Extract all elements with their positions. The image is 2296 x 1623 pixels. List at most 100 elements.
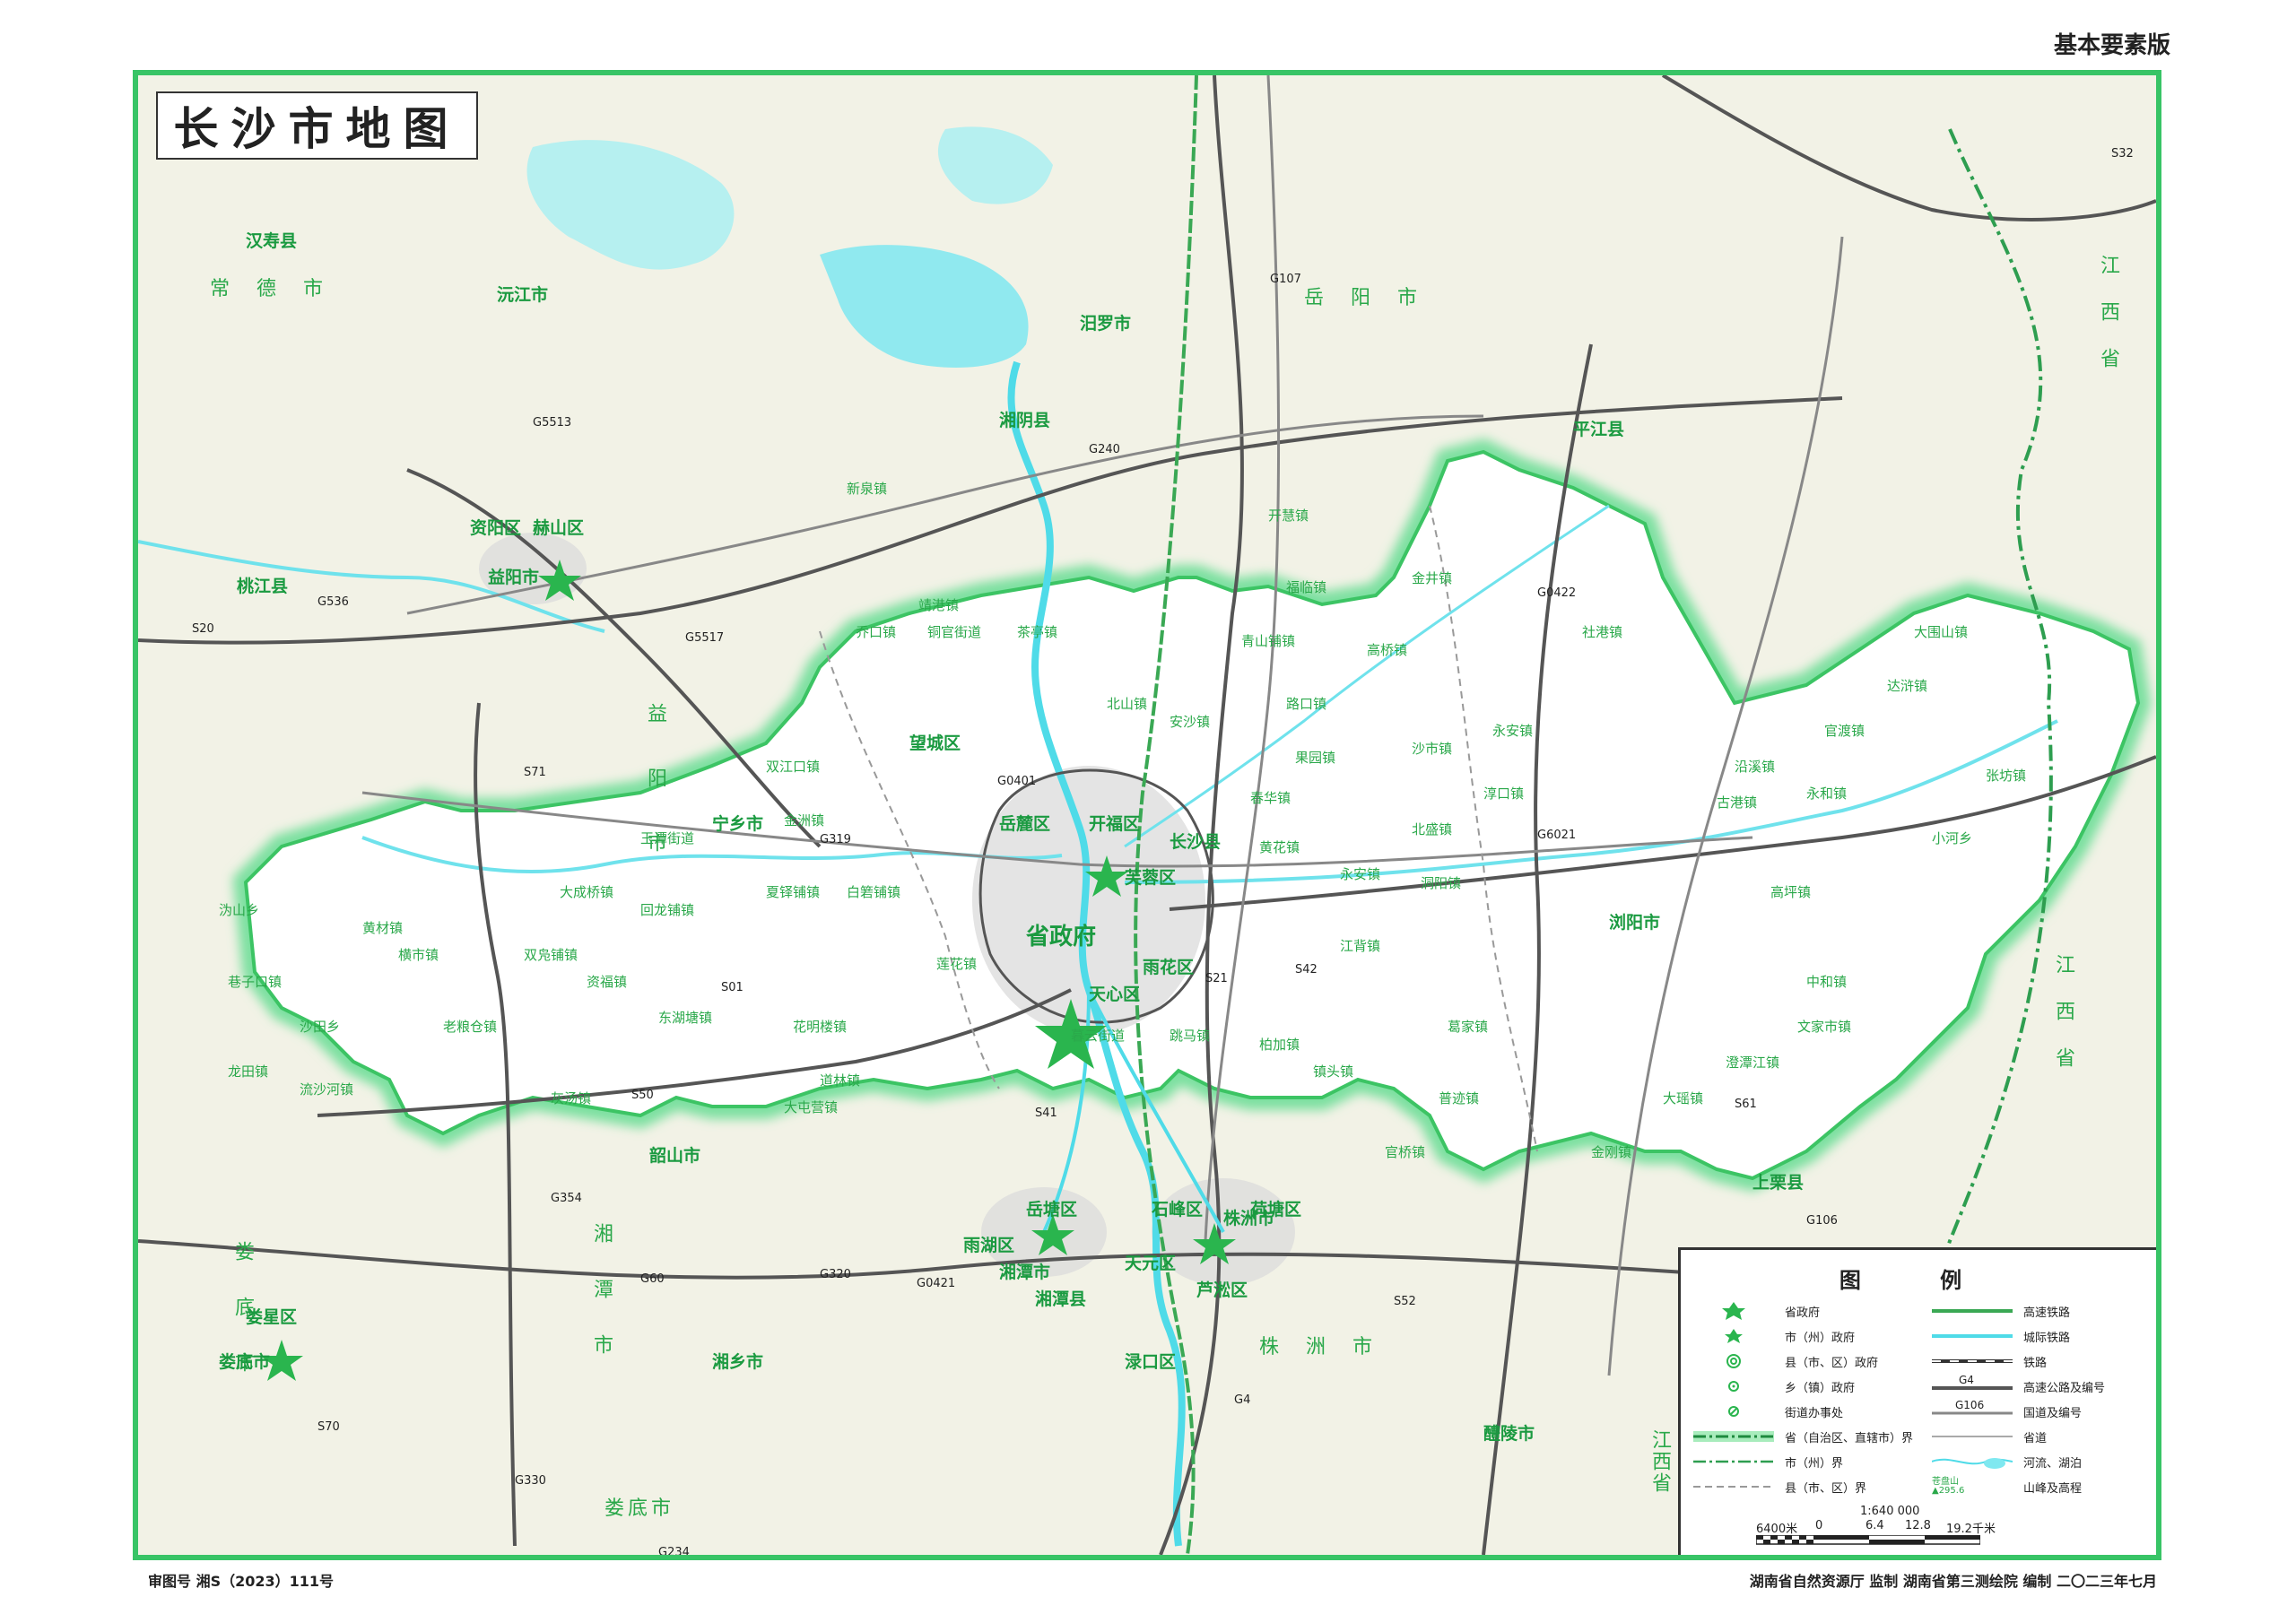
legend-item-town-gov: 乡（镇）政府 — [1693, 1377, 1855, 1395]
star-big-icon — [1693, 1302, 1774, 1320]
place-label-shifeng: 石峰区 — [1152, 1200, 1204, 1219]
place-label-wenjiashi: 文家市镇 — [1797, 1019, 1852, 1035]
place-label-xiangtan-county: 湘潭县 — [1035, 1289, 1087, 1309]
place-label-miluo: 汨罗市 — [1080, 314, 1132, 334]
place-label-pingjiang: 平江县 — [1573, 420, 1625, 439]
place-label-lukou: 渌口区 — [1125, 1352, 1177, 1372]
region-label-loudi-bottom: 娄底市 — [604, 1497, 675, 1520]
scale-tick-4: 19.2千米 — [1946, 1523, 1996, 1536]
place-label-loudi-city: 娄底市 — [219, 1352, 271, 1372]
place-label-fulin: 福临镇 — [1286, 579, 1327, 595]
place-label-yuhua: 雨花区 — [1143, 958, 1195, 977]
place-label-gugang: 古港镇 — [1717, 794, 1758, 811]
place-label-shuangfupu: 双凫铺镇 — [524, 947, 578, 963]
place-label-wangcheng: 望城区 — [909, 733, 961, 753]
water-icon — [1932, 1453, 2013, 1471]
place-label-datunying: 大屯营镇 — [784, 1099, 839, 1115]
place-label-hetang: 荷塘区 — [1250, 1200, 1302, 1219]
map-frame[interactable]: 长沙市地图 常德市 益阳市 岳阳市 江西省 江西省 江西省 湘潭市 株洲市 娄底… — [133, 70, 2161, 1560]
road-label-s52: S52 — [1394, 1295, 1416, 1308]
road-label-g234: G234 — [658, 1546, 690, 1559]
road-label-g107: G107 — [1270, 273, 1301, 286]
region-label-jiangxi-bottom: 江西省 — [1648, 1429, 1671, 1494]
road-label-g5517: G5517 — [685, 631, 725, 645]
place-label-zhonghe: 中和镇 — [1806, 974, 1848, 990]
place-label-yiyang-city: 益阳市 — [488, 568, 540, 587]
place-label-huangcai: 黄材镇 — [362, 920, 404, 936]
place-label-xiangxiang: 湘乡市 — [712, 1352, 764, 1372]
scale-ratio: 1:640 000 — [1860, 1505, 1920, 1518]
road-label-s41: S41 — [1035, 1107, 1057, 1120]
road-label-g0401: G0401 — [997, 775, 1037, 788]
dongting-lake — [820, 245, 1029, 368]
road-label-g330: G330 — [515, 1474, 546, 1488]
road-label-s42: S42 — [1295, 963, 1318, 976]
star-small-icon — [1693, 1327, 1774, 1345]
place-label-puji: 普迹镇 — [1439, 1090, 1480, 1107]
legend-item-county-gov: 县（市、区）政府 — [1693, 1352, 1878, 1370]
place-label-bairuopu: 白箬铺镇 — [847, 884, 901, 900]
circle-double-icon — [1693, 1352, 1774, 1370]
place-label-kaihui: 开慧镇 — [1268, 508, 1309, 524]
national-road-icon: G106 — [1932, 1399, 2013, 1415]
region-label-yueyang: 岳阳市 — [1304, 287, 1445, 309]
place-label-huilongpu: 回龙铺镇 — [640, 902, 695, 918]
place-label-liuyang: 浏阳市 — [1609, 913, 1661, 933]
legend-item-rail: 铁路 — [1932, 1352, 2047, 1370]
map-title: 长沙市地图 — [173, 103, 461, 155]
place-label-chunhua: 春华镇 — [1250, 790, 1292, 806]
provincial-road-icon — [1932, 1428, 2013, 1445]
place-label-daolin: 道林镇 — [820, 1072, 861, 1089]
legend-item-city-border: 市（州）界 — [1693, 1453, 1843, 1471]
place-label-dachengqiao: 大成桥镇 — [560, 884, 614, 900]
place-label-muyun: 暮云街道 — [1071, 1028, 1126, 1044]
place-label-jinzhou: 金洲镇 — [784, 812, 825, 829]
place-label-ansha: 安沙镇 — [1170, 714, 1211, 730]
scale-tick-0: 6400米 — [1756, 1523, 1798, 1536]
place-label-chating: 茶亭镇 — [1017, 624, 1058, 640]
place-label-xinquan: 新泉镇 — [847, 481, 888, 497]
place-label-xiaduopu: 夏铎铺镇 — [766, 884, 821, 900]
road-label-g536: G536 — [317, 595, 349, 609]
region-label-changde: 常德市 — [210, 278, 351, 300]
place-label-laoliangcang: 老粮仓镇 — [443, 1019, 498, 1035]
place-label-yuetang: 岳塘区 — [1026, 1200, 1078, 1219]
county-border-icon — [1693, 1478, 1774, 1496]
place-label-dahu: 达浒镇 — [1887, 678, 1928, 694]
place-label-lukou-town: 路口镇 — [1286, 696, 1327, 712]
circle-dot-icon — [1693, 1377, 1774, 1395]
place-label-hengshi: 横市镇 — [398, 947, 439, 963]
region-label-zhuzhou: 株洲市 — [1259, 1336, 1400, 1358]
place-label-qingshanpu: 青山铺镇 — [1241, 633, 1296, 649]
map-legend: 图 例 省政府 市（州）政府 县（市、区）政府 乡（镇）政府 街道办事处 省（自… — [1678, 1247, 2156, 1555]
place-label-ningxiang: 宁乡市 — [712, 814, 764, 834]
legend-item-peak: 苍盘山 ▲295.6 山峰及高程 — [1932, 1477, 2083, 1496]
legend-item-city-gov: 市（州）政府 — [1693, 1327, 1855, 1345]
place-label-weishan: 沩山乡 — [219, 902, 260, 918]
place-label-jingang: 金刚镇 — [1591, 1144, 1632, 1160]
place-label-hanshou: 汉寿县 — [246, 231, 298, 251]
map-credits: 湖南省自然资源厅 监制 湖南省第三测绘院 编制 二〇二三年七月 — [1749, 1573, 2157, 1590]
legend-item-rail-high: 高速铁路 — [1932, 1302, 2070, 1320]
place-label-zhangfang: 张坊镇 — [1986, 768, 2027, 784]
place-label-yuhu: 雨湖区 — [963, 1236, 1015, 1255]
lake-west — [526, 140, 735, 270]
road-label-g5513: G5513 — [533, 416, 572, 430]
place-label-shashi: 沙市镇 — [1412, 741, 1453, 757]
legend-title: 图 例 — [1839, 1268, 1998, 1293]
road-label-s01: S01 — [721, 981, 744, 994]
place-label-louxing: 娄星区 — [246, 1307, 298, 1327]
road-label-s20: S20 — [192, 622, 214, 636]
place-label-tiaoma: 跳马镇 — [1170, 1028, 1211, 1044]
place-label-liling: 醴陵市 — [1483, 1424, 1535, 1444]
road-label-s21: S21 — [1205, 972, 1228, 985]
lake-north — [937, 126, 1053, 204]
legend-item-water: 河流、湖泊 — [1932, 1453, 2082, 1471]
review-number: 审图号 湘S（2023）111号 — [148, 1573, 335, 1590]
place-label-shangli: 上栗县 — [1752, 1173, 1805, 1193]
place-label-lianhua: 莲花镇 — [936, 956, 978, 972]
region-label-xiangtan: 湘潭市 — [590, 1223, 613, 1390]
place-label-heshan: 赫山区 — [533, 518, 585, 538]
road-label-s50: S50 — [631, 1089, 654, 1102]
place-label-shatian: 沙田乡 — [300, 1019, 341, 1035]
